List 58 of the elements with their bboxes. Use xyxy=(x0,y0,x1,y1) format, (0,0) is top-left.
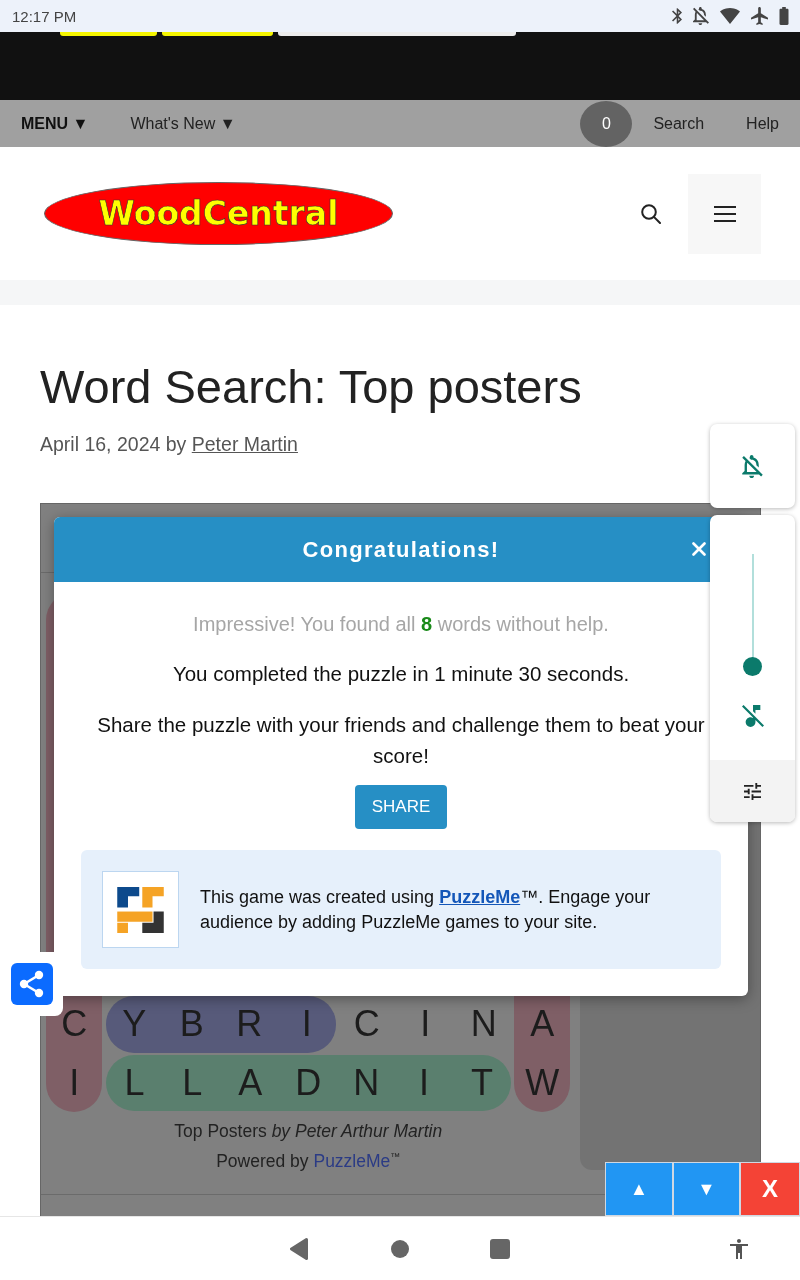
powered-by-text: Powered by PuzzleMe$^{™}$ xyxy=(215,1149,402,1173)
wifi-icon xyxy=(720,8,740,24)
sound-settings-button[interactable] xyxy=(710,760,795,822)
grid-letter: T xyxy=(471,1062,493,1103)
grid-letter: N xyxy=(470,1004,497,1045)
menu-icon xyxy=(713,205,736,222)
bell-off-icon xyxy=(693,7,709,25)
clock-time: 12:17 PM xyxy=(12,7,78,25)
scroll-down-button[interactable]: ▼ xyxy=(673,1162,740,1216)
recents-icon[interactable] xyxy=(490,1238,510,1259)
slider-thumb[interactable] xyxy=(743,656,762,676)
site-logo[interactable]: WoodCentral xyxy=(44,182,393,245)
grid-letter: L xyxy=(182,1062,203,1103)
nav-link[interactable]: Help xyxy=(746,114,779,133)
home-icon[interactable] xyxy=(391,1239,409,1258)
dialog-title: Congratulations! xyxy=(302,536,500,563)
grid-letter: I xyxy=(69,1062,80,1103)
sliders-icon xyxy=(744,782,761,800)
grid-letter: I xyxy=(301,1004,312,1045)
close-icon[interactable] xyxy=(692,542,706,556)
puzzle-caption: Top Posters by Peter Arthur Martin xyxy=(173,1120,444,1143)
puzzleme-link[interactable]: PuzzleMe xyxy=(439,886,521,907)
battery-icon xyxy=(779,7,789,25)
author-link[interactable]: Peter Martin xyxy=(191,433,298,455)
share-button[interactable]: SHARE xyxy=(354,785,448,829)
share-text: Share the puzzle with your friends and challenge them to beat your score! xyxy=(96,711,706,769)
ringer-button[interactable] xyxy=(710,424,795,508)
grid-letter: A xyxy=(238,1062,263,1103)
count-badge[interactable]: 0 xyxy=(580,100,633,147)
grid-letter: A xyxy=(530,1004,555,1045)
promo-text: This game was created using PuzzleMe™. Engage your audience by adding PuzzleMe games to your site. xyxy=(200,885,652,934)
search-icon[interactable] xyxy=(641,203,661,224)
summary-text: Impressive! You found all 8 words without help. xyxy=(193,612,609,637)
accessibility-icon[interactable] xyxy=(730,1238,748,1259)
scroll-up-button[interactable]: ▲ xyxy=(605,1162,673,1216)
share-icon xyxy=(10,963,53,1005)
grid-letter: R xyxy=(236,1004,263,1045)
grid-letter: C xyxy=(353,1004,380,1045)
menu-button[interactable] xyxy=(688,173,761,254)
grid-letter: L xyxy=(124,1062,145,1103)
grid-letter: C xyxy=(61,1004,88,1045)
grid-letter: N xyxy=(353,1062,380,1103)
back-icon[interactable] xyxy=(290,1237,308,1260)
page-title: Word Search: Top posters xyxy=(40,359,583,415)
completion-time-text: You completed the puzzle in 1 minute 30 seconds. xyxy=(172,661,630,687)
grid-letter: I xyxy=(420,1004,431,1045)
grid-letter: Y xyxy=(122,1004,147,1045)
menu-item[interactable]: What's New ▼ xyxy=(130,114,236,133)
close-button[interactable]: X xyxy=(740,1162,800,1216)
music-off-icon[interactable] xyxy=(741,705,764,727)
grid-letter: W xyxy=(525,1062,560,1103)
menu-item[interactable]: MENU ▼ xyxy=(21,114,89,133)
grid-letter: B xyxy=(179,1004,204,1045)
grid-letter: D xyxy=(295,1062,322,1103)
airplane-icon xyxy=(751,7,768,25)
nav-link[interactable]: Search xyxy=(653,114,705,133)
grid-letter: I xyxy=(419,1062,430,1103)
bluetooth-icon xyxy=(672,8,682,24)
